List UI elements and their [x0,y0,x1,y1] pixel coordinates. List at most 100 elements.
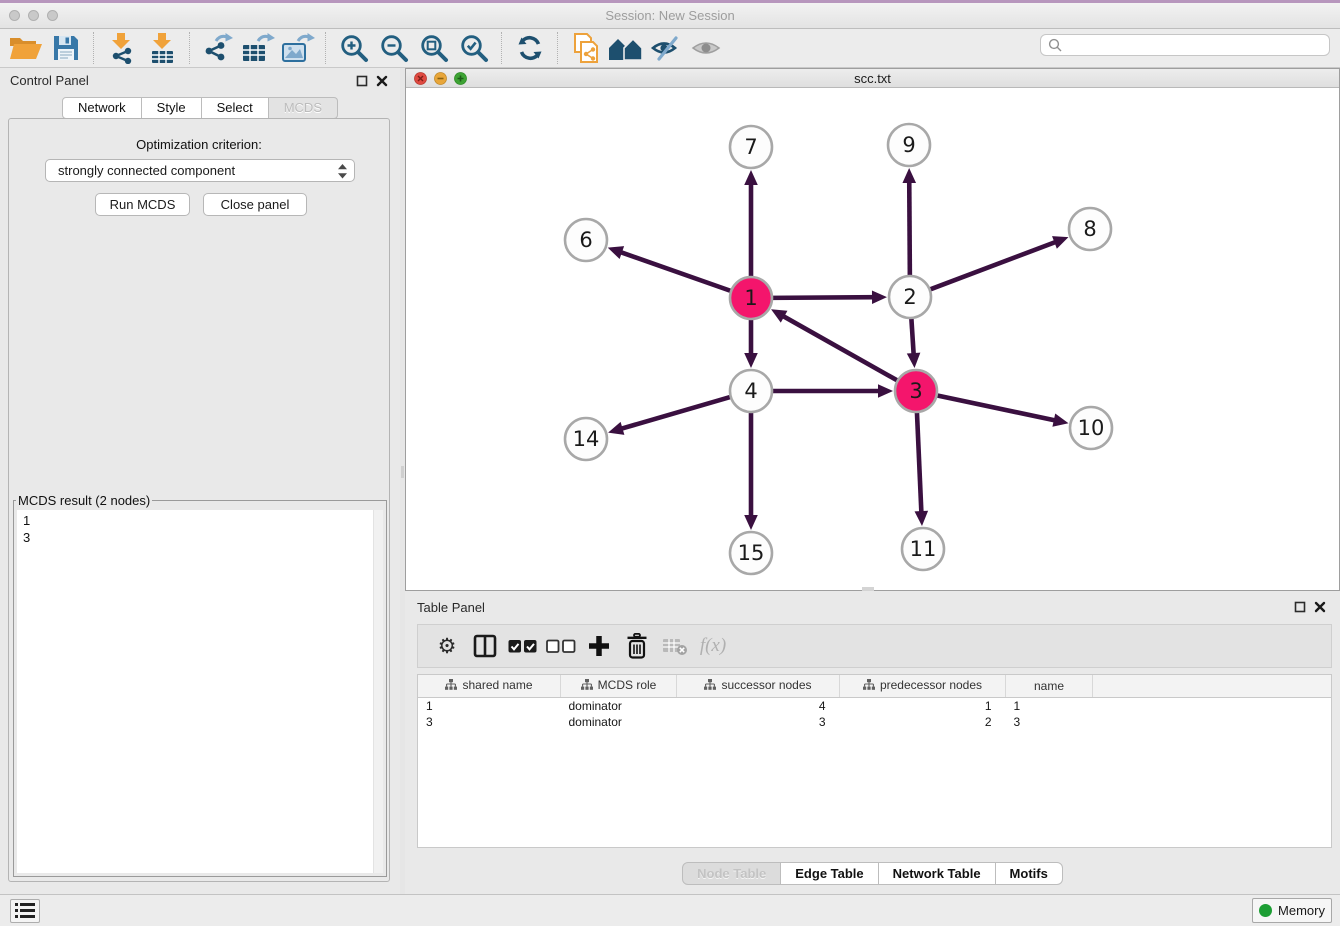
deselect-all-button[interactable] [542,628,580,664]
add-column-button[interactable] [580,628,618,664]
import-table-icon [147,32,177,64]
mcds-result-area[interactable]: 1 3 [17,510,383,873]
edge-2-9[interactable] [909,180,910,277]
export-network-button[interactable] [198,30,238,66]
tab-motifs[interactable]: Motifs [996,862,1063,885]
edge-3-11[interactable] [917,411,922,514]
tab-mcds[interactable]: MCDS [269,97,338,119]
tab-network[interactable]: Network [62,97,142,119]
table-cell-filler [1093,714,1332,730]
control-panel: Control Panel NetworkStyleSelectMCDS Opt… [0,68,400,894]
memory-button[interactable]: Memory [1252,898,1332,923]
tab-edge-table[interactable]: Edge Table [781,862,878,885]
zoom-selected-icon [459,33,489,63]
tab-node-table[interactable]: Node Table [682,862,781,885]
table-cell[interactable]: dominator [561,698,677,715]
close-panel-button[interactable]: Close panel [203,193,307,216]
hide-selected-button[interactable] [646,30,686,66]
float-panel-icon[interactable] [356,75,368,87]
float-table-panel-icon[interactable] [1294,601,1306,613]
column-header-successor-nodes[interactable]: successor nodes [677,675,840,698]
tab-network-table[interactable]: Network Table [879,862,996,885]
table-cell[interactable]: 1 [418,698,561,715]
split-panel-button[interactable] [466,628,504,664]
column-header-shared-name[interactable]: shared name [418,675,561,698]
network-graph[interactable]: 7968124314101511 [406,88,1339,590]
window-title: Session: New Session [0,8,1340,23]
delete-column-button[interactable] [618,628,656,664]
edge-1-6[interactable] [619,252,732,292]
search-box[interactable] [1040,34,1330,56]
close-panel-icon[interactable] [376,75,388,87]
edge-3-1[interactable] [781,315,898,381]
import-network-button[interactable] [102,30,142,66]
table-row[interactable]: 1dominator411 [418,698,1331,715]
network-canvas[interactable]: 7968124314101511 [406,88,1339,590]
table-settings-button[interactable]: ⚙ [428,628,466,664]
zoom-fit-button[interactable] [414,30,454,66]
network-window-titlebar[interactable]: scc.txt [406,69,1339,88]
node-table-header-row: shared name MCDS role successor nodes pr… [418,675,1331,698]
zoom-in-button[interactable] [334,30,374,66]
titlebar: Session: New Session [0,3,1340,29]
tab-style[interactable]: Style [142,97,202,119]
zoom-in-icon [339,33,369,63]
table-row[interactable]: 3dominator323 [418,714,1331,730]
zoom-selected-button[interactable] [454,30,494,66]
edge-arrow-1-7 [744,170,758,185]
edge-1-2[interactable] [771,297,875,298]
memory-status-dot [1259,904,1272,917]
column-header-name[interactable]: name [1006,675,1093,698]
graph-node-label-3: 3 [909,379,922,403]
hierarchy-icon [704,679,716,691]
clone-network-button[interactable] [566,30,606,66]
result-scrollbar[interactable] [373,510,383,873]
vertical-splitter-handle[interactable] [401,466,404,478]
select-all-button[interactable] [504,628,542,664]
edge-2-8[interactable] [929,241,1058,290]
import-table-button[interactable] [142,30,182,66]
node-table-container: shared name MCDS role successor nodes pr… [417,674,1332,848]
gear-icon: ⚙ [438,636,457,657]
search-input[interactable] [1066,35,1329,55]
export-image-button[interactable] [278,30,318,66]
graph-node-label-1: 1 [744,286,757,310]
first-neighbors-button[interactable] [606,30,646,66]
export-table-button[interactable] [238,30,278,66]
table-cell[interactable]: 3 [1006,714,1093,730]
close-table-panel-icon[interactable] [1314,601,1326,613]
eye-icon [691,36,721,60]
table-cell-filler [1093,698,1332,715]
edge-4-14[interactable] [620,397,732,430]
optimization-criterion-select[interactable]: strongly connected component [45,159,355,182]
table-cell[interactable]: 1 [840,698,1006,715]
table-cell[interactable]: 3 [677,714,840,730]
run-mcds-button[interactable]: Run MCDS [95,193,190,216]
unchecked-boxes-icon [546,638,576,654]
column-header-MCDS-role[interactable]: MCDS role [561,675,677,698]
zoom-out-button[interactable] [374,30,414,66]
edge-2-3[interactable] [911,317,913,356]
mcds-result-group: MCDS result (2 nodes) 1 3 [13,493,387,877]
eye-slash-icon [650,34,682,62]
table-cell[interactable]: dominator [561,714,677,730]
table-cell[interactable]: 3 [418,714,561,730]
edge-arrow-4-3 [878,384,893,398]
open-file-button[interactable] [6,30,46,66]
edge-3-10[interactable] [936,395,1057,421]
column-header-predecessor-nodes[interactable]: predecessor nodes [840,675,1006,698]
toolbar-separator [189,32,191,64]
edge-arrow-1-2 [872,290,887,304]
edge-arrow-2-9 [902,168,916,183]
table-cell[interactable]: 2 [840,714,1006,730]
table-cell[interactable]: 1 [1006,698,1093,715]
mcds-result-title: MCDS result (2 nodes) [16,493,152,508]
save-session-button[interactable] [46,30,86,66]
show-all-button [686,30,726,66]
tab-select[interactable]: Select [202,97,269,119]
refresh-button[interactable] [510,30,550,66]
table-cell[interactable]: 4 [677,698,840,715]
toolbar-separator [557,32,559,64]
task-history-button[interactable] [10,899,40,923]
export-image-icon [281,32,315,64]
